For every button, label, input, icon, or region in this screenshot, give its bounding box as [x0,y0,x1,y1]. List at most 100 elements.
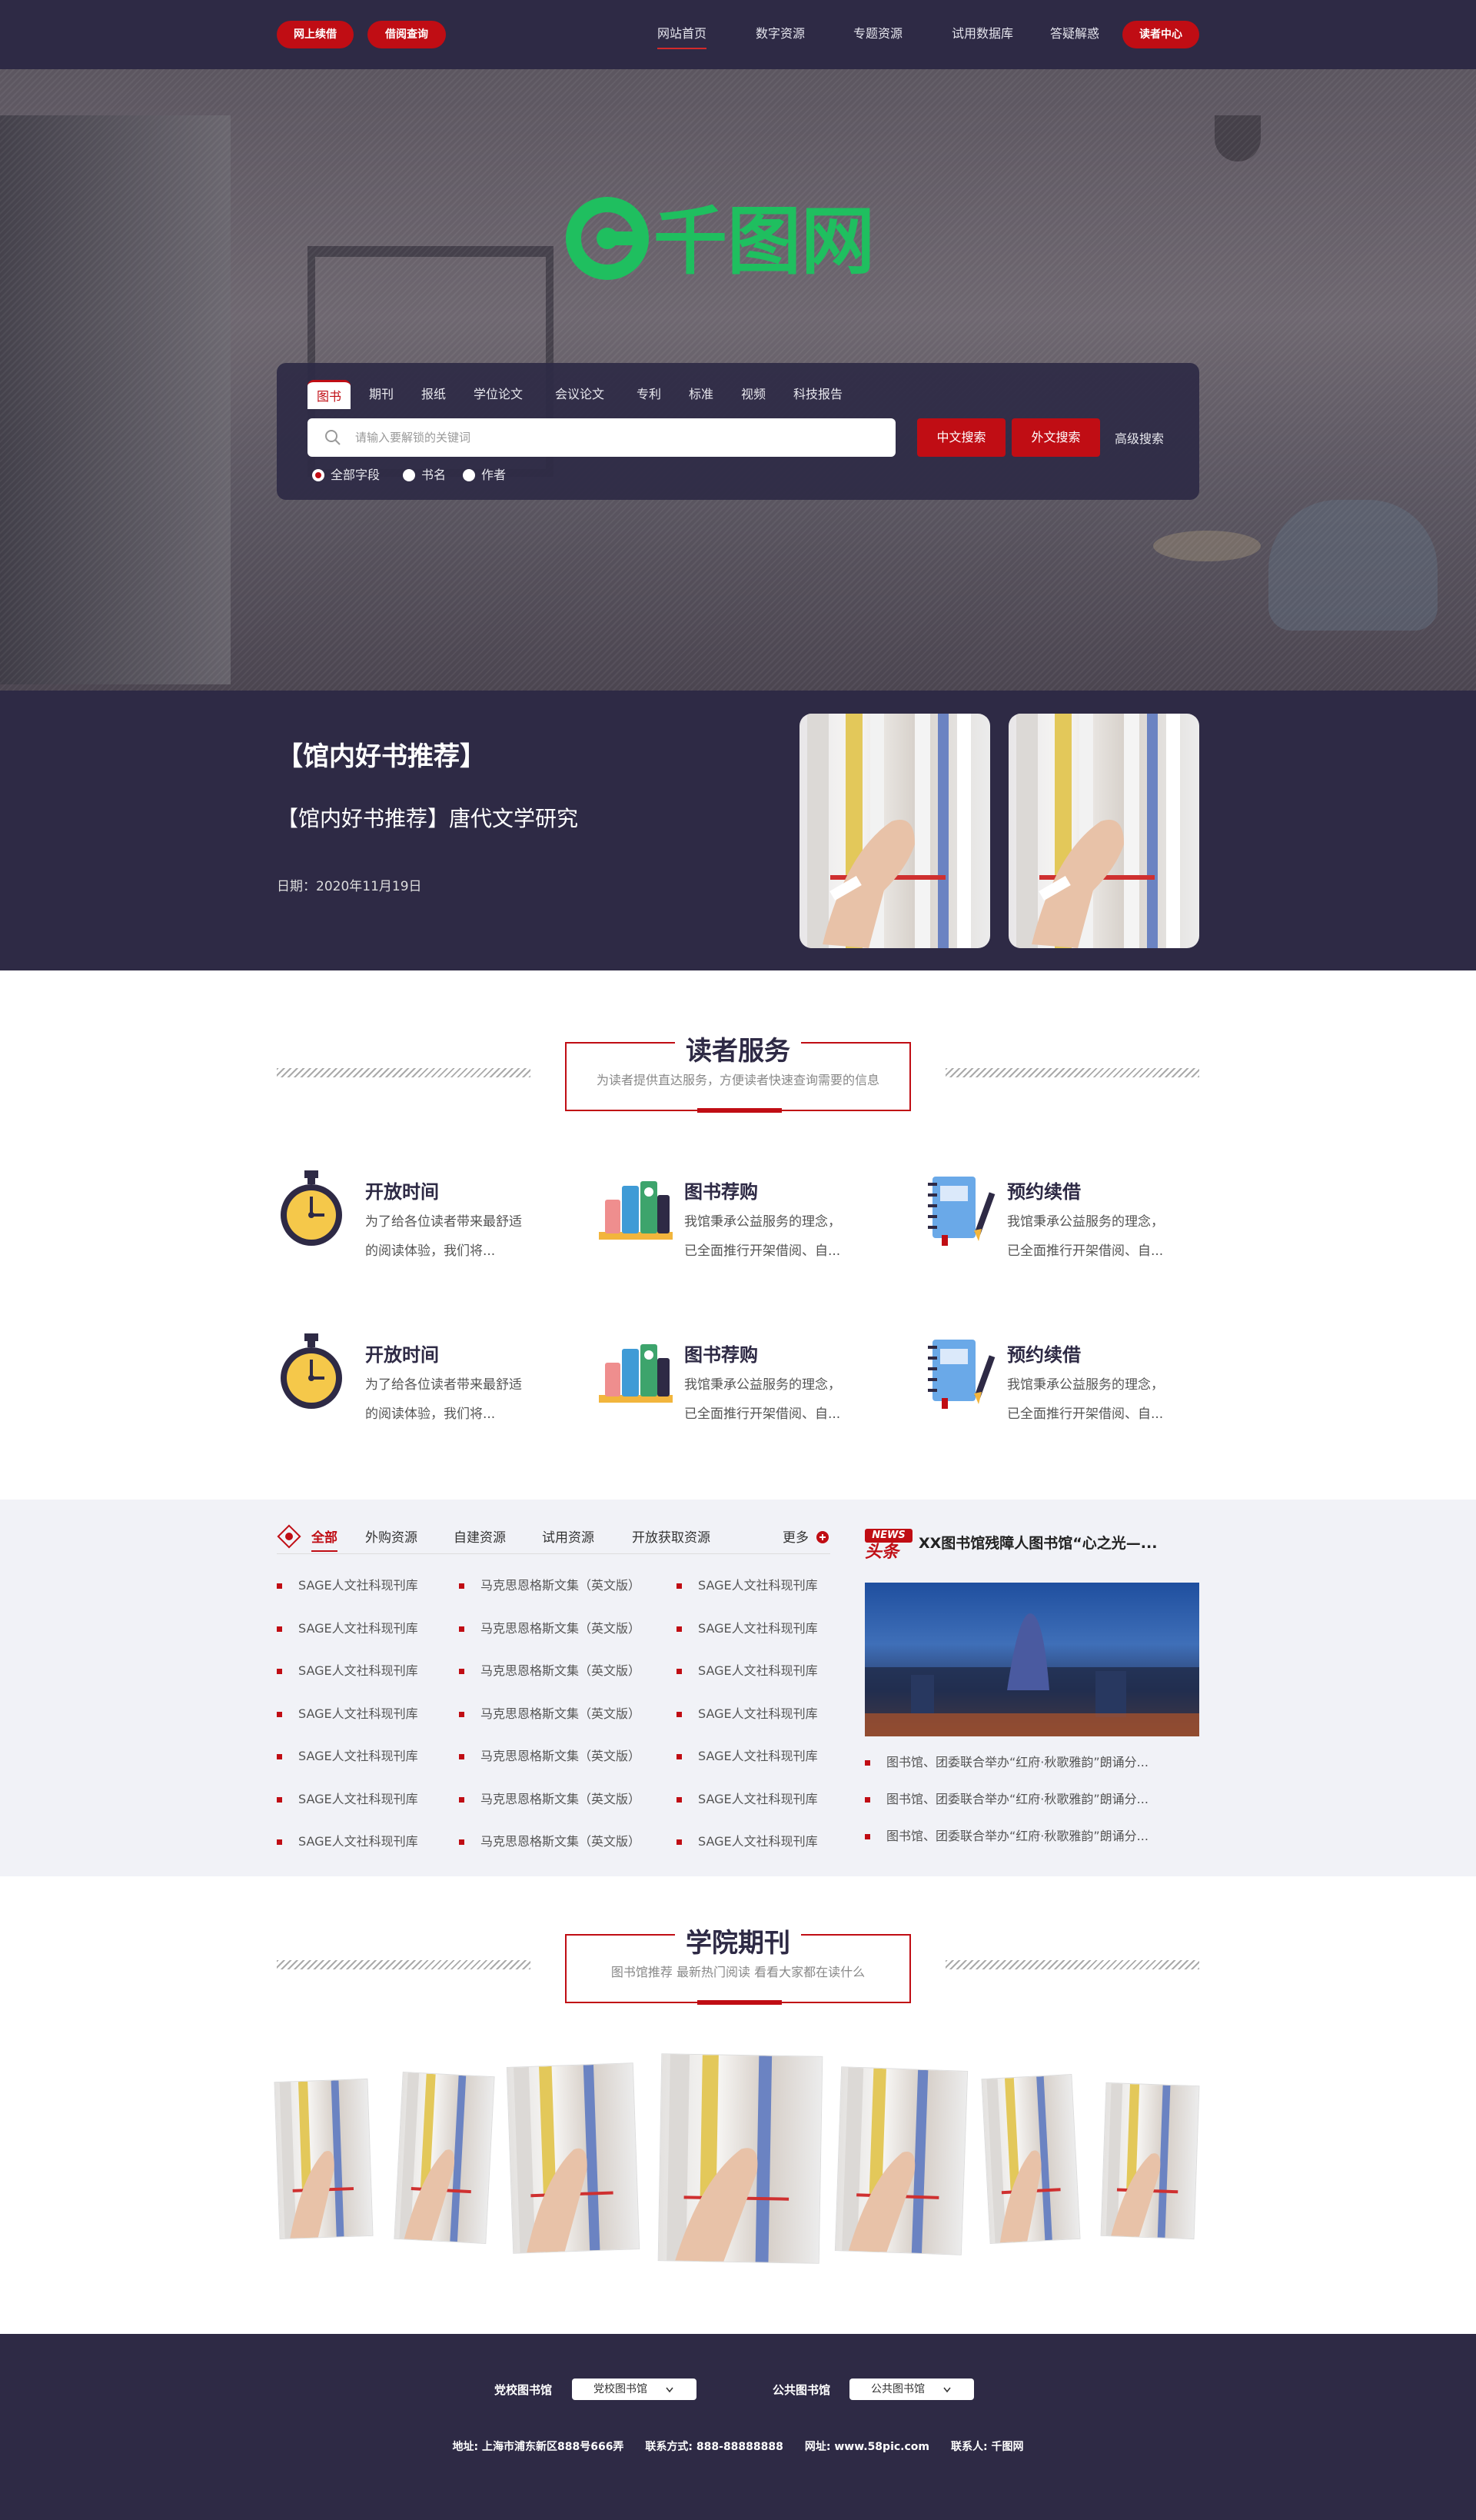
journal-cover-3[interactable] [506,2062,640,2254]
recommend-date: 日期：2020年11月19日 [277,879,422,894]
service-desc-line: 我馆秉承公益服务的理念， [1007,1214,1164,1230]
book-photo-1[interactable] [800,714,990,948]
resource-item[interactable]: 马克思恩格斯文集（英文版） [459,1662,640,1680]
resource-item[interactable]: SAGE人文社科现刊库 [676,1833,818,1851]
nav-trial-database[interactable]: 试用数据库 [952,25,1013,43]
service-desc: 为了给各位读者带来最舒适 的阅读体验，我们将... [365,1207,542,1266]
chinese-search-button[interactable]: 中文搜索 [917,418,1006,457]
reader-service-title: 读者服务 [675,1036,801,1067]
res-tab-self-built[interactable]: 自建资源 [454,1526,506,1546]
res-tab-purchased[interactable]: 外购资源 [365,1526,417,1546]
resource-item[interactable]: SAGE人文社科现刊库 [277,1790,418,1809]
service-card[interactable]: 预约续借 我馆秉承公益服务的理念， 已全面推行开架借阅、自... [919,1169,1195,1261]
resource-item[interactable]: SAGE人文社科现刊库 [277,1620,418,1638]
book-shelf-image [514,2065,613,2254]
res-tab-all[interactable]: 全部 [311,1526,337,1552]
news-headline[interactable]: XX图书馆残障人图书馆“心之光—... [919,1532,1157,1553]
resource-item[interactable]: SAGE人文社科现刊库 [676,1705,818,1723]
journal-cover-1[interactable] [274,2078,374,2240]
public-library-select[interactable]: 公共图书馆 [849,2379,974,2400]
resource-item[interactable]: SAGE人文社科现刊库 [277,1662,418,1680]
radio-icon [463,469,475,481]
resource-item[interactable]: 马克思恩格斯文集（英文版） [459,1620,640,1638]
search-tab-conference[interactable]: 会议论文 [555,386,604,403]
recommend-subtitle[interactable]: 【馆内好书推荐】唐代文学研究 [277,802,578,833]
resource-item[interactable]: 马克思恩格斯文集（英文版） [459,1576,640,1595]
resource-item[interactable]: SAGE人文社科现刊库 [277,1576,418,1595]
resource-item[interactable]: SAGE人文社科现刊库 [676,1662,818,1680]
resource-item[interactable]: 马克思恩格斯文集（英文版） [459,1747,640,1766]
resource-item[interactable]: SAGE人文社科现刊库 [277,1747,418,1766]
hatch-decor-left [277,1068,530,1077]
foreign-search-button[interactable]: 外文搜索 [1012,418,1100,457]
radio-all-fields[interactable]: 全部字段 [312,468,380,483]
journal-cover-2[interactable] [394,2072,495,2244]
chevron-down-icon [666,2387,673,2393]
search-tab-videos[interactable]: 视频 [741,386,766,403]
search-tab-newspapers[interactable]: 报纸 [421,386,446,403]
service-desc-line: 的阅读体验，我们将... [365,1406,496,1422]
nav-faq[interactable]: 答疑解惑 [1050,25,1099,43]
borrow-query-button[interactable]: 借阅查询 [367,21,446,48]
search-tab-theses[interactable]: 学位论文 [474,386,523,403]
service-card[interactable]: 开放时间 为了给各位读者带来最舒适 的阅读体验，我们将... [277,1332,554,1424]
public-library-label: 公共图书馆 [773,2383,831,2397]
service-card[interactable]: 预约续借 我馆秉承公益服务的理念， 已全面推行开架借阅、自... [919,1332,1195,1424]
section-title-box: 读者服务 为读者提供直达服务，方便读者快速查询需要的信息 [565,1036,911,1113]
search-tab-tech-reports[interactable]: 科技报告 [793,386,843,403]
res-tab-trial[interactable]: 试用资源 [542,1526,594,1546]
service-desc-line: 的阅读体验，我们将... [365,1243,496,1259]
nav-special-resources[interactable]: 专题资源 [853,25,903,43]
resources-section: 全部 外购资源 自建资源 试用资源 开放获取资源 更多 SAGE人文社科现刊库 S… [0,1500,1476,1876]
service-title: 开放时间 [365,1344,439,1366]
journal-cover-6[interactable] [981,2074,1081,2244]
news-item[interactable]: 图书馆、团委联合举办“红府·秋歌雅韵”朗诵分... [865,1790,1149,1809]
online-renew-button[interactable]: 网上续借 [277,21,354,48]
radio-label: 书名 [421,468,447,482]
footer-contact-info: 地址: 上海市浦东新区888号666弄 联系方式: 888-88888888 网… [452,2441,1024,2453]
journal-cover-4[interactable] [657,2053,823,2264]
search-tab-patents[interactable]: 专利 [637,386,661,403]
reader-center-button[interactable]: 读者中心 [1122,21,1199,48]
resource-item[interactable]: SAGE人文社科现刊库 [676,1747,818,1766]
resource-item[interactable]: SAGE人文社科现刊库 [277,1833,418,1851]
logo-text: 千图网 [653,198,875,281]
resource-item[interactable]: 马克思恩格斯文集（英文版） [459,1705,640,1723]
resource-item[interactable]: SAGE人文社科现刊库 [676,1790,818,1809]
service-desc-line: 我馆秉承公益服务的理念， [1007,1377,1164,1393]
resource-item[interactable]: 马克思恩格斯文集（英文版） [459,1790,640,1809]
service-desc: 我馆秉承公益服务的理念， 已全面推行开架借阅、自... [684,1207,861,1266]
resource-item[interactable]: 马克思恩格斯文集（英文版） [459,1833,640,1851]
search-tab-journals[interactable]: 期刊 [369,386,394,403]
service-card[interactable]: 开放时间 为了给各位读者带来最舒适 的阅读体验，我们将... [277,1169,554,1261]
section-title-box: 学院期刊 图书馆推荐 最新热门阅读 看看大家都在读什么 [565,1928,911,2005]
title-underline [697,1108,782,1113]
res-tab-open-access[interactable]: 开放获取资源 [632,1526,710,1546]
journal-cover-7[interactable] [1100,2082,1200,2240]
news-city-photo[interactable] [865,1583,1199,1736]
party-library-select[interactable]: 党校图书馆 [572,2379,696,2400]
reader-service-desc: 为读者提供直达服务，方便读者快速查询需要的信息 [596,1073,879,1087]
res-more-link[interactable]: 更多 [783,1526,829,1546]
search-input[interactable]: 请输入要解锁的关键词 [308,418,896,457]
radio-title[interactable]: 书名 [403,468,446,483]
nav-digital-resources[interactable]: 数字资源 [756,25,805,43]
radio-author[interactable]: 作者 [463,468,506,483]
service-card[interactable]: 图书荐购 我馆秉承公益服务的理念， 已全面推行开架借阅、自... [596,1169,873,1261]
resource-item[interactable]: SAGE人文社科现刊库 [676,1576,818,1595]
news-item[interactable]: 图书馆、团委联合举办“红府·秋歌雅韵”朗诵分... [865,1753,1149,1772]
search-icon [325,430,341,445]
journal-cover-5[interactable] [834,2066,969,2255]
resource-item[interactable]: SAGE人文社科现刊库 [277,1705,418,1723]
news-item[interactable]: 图书馆、团委联合举办“红府·秋歌雅韵”朗诵分... [865,1827,1149,1846]
search-tab-standards[interactable]: 标准 [689,386,713,403]
advanced-search-link[interactable]: 高级搜索 [1115,428,1164,447]
service-desc-line: 我馆秉承公益服务的理念， [684,1214,841,1230]
search-tab-books[interactable]: 图书 [308,380,351,409]
book-shelf-image [399,2072,471,2244]
book-photo-2[interactable] [1009,714,1199,948]
service-card[interactable]: 图书荐购 我馆秉承公益服务的理念， 已全面推行开架借阅、自... [596,1332,873,1424]
resource-item[interactable]: SAGE人文社科现刊库 [676,1620,818,1638]
top-nav: 网上续借 借阅查询 网站首页 数字资源 专题资源 试用数据库 答疑解惑 读者中心 [0,0,1476,69]
nav-home[interactable]: 网站首页 [657,25,707,49]
